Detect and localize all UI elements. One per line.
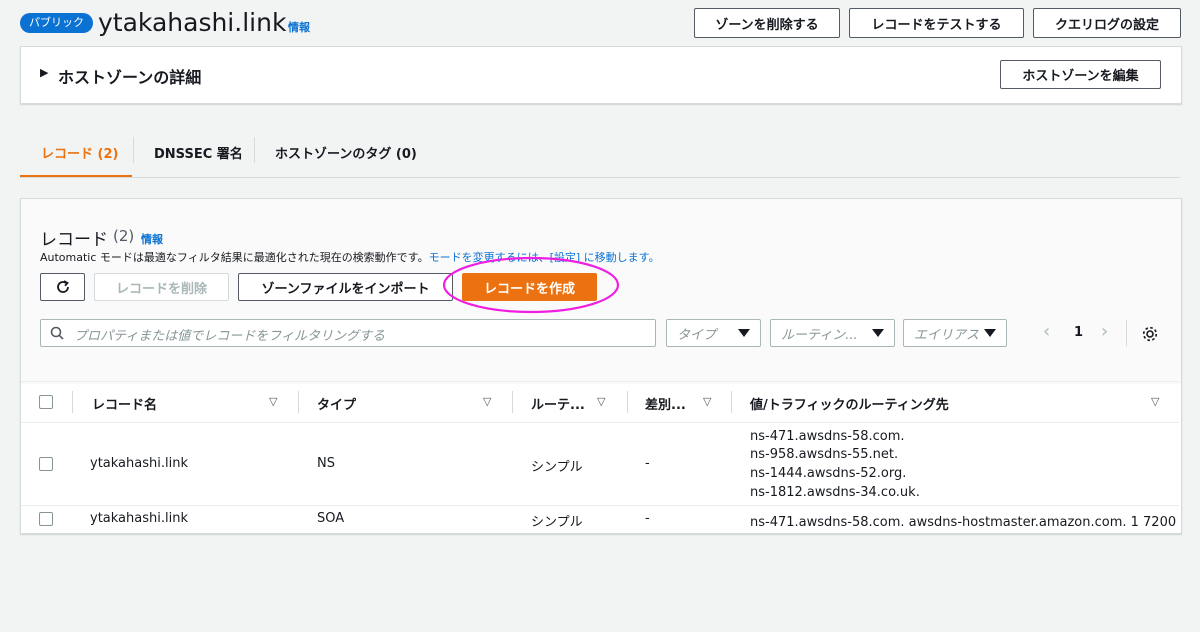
type-filter-label: タイプ	[677, 327, 717, 343]
alias-filter-select[interactable]: エイリアス	[903, 319, 1007, 347]
edit-hosted-zone-button[interactable]: ホストゾーンを編集	[1000, 60, 1161, 89]
page-title: ytakahashi.link	[98, 8, 287, 37]
column-header-value[interactable]: 値/トラフィックのルーティング先	[750, 394, 949, 413]
pagination-divider	[1126, 320, 1127, 346]
record-name-cell: ytakahashi.link	[90, 456, 188, 471]
type-filter-select[interactable]: タイプ	[666, 319, 761, 347]
test-record-button[interactable]: レコードをテストする	[849, 8, 1024, 38]
records-info-link[interactable]: 情報	[141, 231, 163, 247]
column-separator	[627, 391, 628, 413]
value-cell-line: ns-1444.awsdns-52.org.	[750, 466, 907, 481]
records-title: レコード	[40, 230, 108, 250]
routing-filter-label: ルーティン...	[781, 327, 858, 343]
record-name-cell: ytakahashi.link	[90, 511, 188, 526]
search-icon	[50, 326, 64, 340]
routing-cell: シンプル	[531, 460, 583, 475]
sort-icon[interactable]: ▽	[597, 395, 605, 408]
routing-cell: シンプル	[531, 515, 583, 530]
public-badge: パブリック	[20, 13, 93, 33]
sort-icon[interactable]: ▽	[1151, 395, 1159, 408]
details-title[interactable]: ホストゾーンの詳細	[58, 64, 201, 88]
column-separator	[512, 391, 513, 413]
caret-down-icon	[984, 329, 996, 337]
query-log-button[interactable]: クエリログの設定	[1033, 8, 1181, 38]
next-page-icon[interactable]: ›	[1101, 321, 1108, 342]
select-all-checkbox[interactable]	[39, 395, 53, 409]
value-cell-line: ns-1812.awsdns-34.co.uk.	[750, 485, 920, 500]
row-checkbox[interactable]	[39, 512, 53, 526]
tab-records[interactable]: レコード (2)	[41, 143, 118, 162]
page-number[interactable]: 1	[1074, 325, 1083, 340]
differentiator-cell: -	[645, 511, 650, 526]
tab-divider	[133, 137, 134, 163]
search-input[interactable]: プロパティまたは値でレコードをフィルタリングする	[40, 319, 656, 347]
column-header-differentiator[interactable]: 差別...	[645, 394, 686, 413]
info-link[interactable]: 情報	[288, 19, 310, 35]
column-separator	[298, 391, 299, 413]
row-checkbox[interactable]	[39, 457, 53, 471]
tab-dnssec[interactable]: DNSSEC 署名	[154, 143, 243, 162]
refresh-icon	[56, 280, 69, 293]
expand-caret-icon[interactable]: ▶	[40, 66, 48, 79]
delete-record-button[interactable]: レコードを削除	[94, 273, 229, 301]
column-separator	[731, 391, 732, 413]
column-header-routing[interactable]: ルーテ...	[531, 394, 585, 413]
value-cell-line: ns-958.awsdns-55.net.	[750, 447, 899, 462]
column-separator	[72, 391, 73, 413]
table-top-border	[21, 381, 1179, 382]
search-placeholder: プロパティまたは値でレコードをフィルタリングする	[74, 329, 385, 344]
sort-icon[interactable]: ▽	[483, 395, 491, 408]
record-type-cell: NS	[317, 456, 335, 471]
column-header-record-name[interactable]: レコード名	[92, 394, 157, 413]
record-type-cell: SOA	[317, 511, 345, 526]
highlight-annotation	[443, 256, 620, 314]
records-count: (2)	[113, 227, 135, 245]
sort-icon[interactable]: ▽	[703, 395, 711, 408]
caret-down-icon	[872, 329, 884, 337]
routing-filter-select[interactable]: ルーティン...	[770, 319, 895, 347]
delete-zone-button[interactable]: ゾーンを削除する	[694, 8, 840, 38]
prev-page-icon[interactable]: ‹	[1043, 321, 1050, 342]
table-row[interactable]	[21, 423, 1179, 505]
tabs-baseline	[20, 177, 1180, 178]
column-header-type[interactable]: タイプ	[317, 394, 356, 413]
caret-down-icon	[738, 329, 750, 337]
tab-divider	[254, 137, 255, 163]
mode-description-text: Automatic モードは最適なフィルタ結果に最適化された現在の検索動作です。	[40, 251, 429, 264]
sort-icon[interactable]: ▽	[269, 395, 277, 408]
value-cell-line: ns-471.awsdns-58.com.	[750, 429, 905, 444]
tab-tags[interactable]: ホストゾーンのタグ (0)	[275, 143, 417, 162]
differentiator-cell: -	[645, 456, 650, 471]
value-cell-line: ns-471.awsdns-58.com. awsdns-hostmaster.…	[750, 515, 1179, 530]
alias-filter-label: エイリアス	[914, 327, 980, 343]
settings-gear-icon[interactable]	[1141, 325, 1159, 343]
import-zone-file-button[interactable]: ゾーンファイルをインポート	[238, 273, 453, 301]
refresh-button[interactable]	[40, 273, 85, 301]
